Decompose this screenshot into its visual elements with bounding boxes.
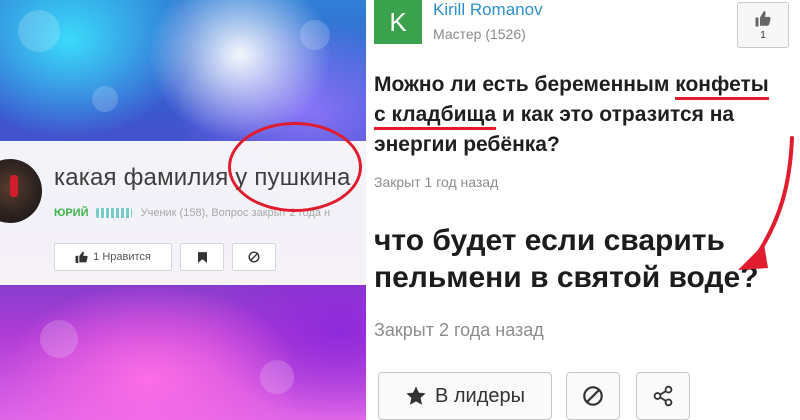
right-screenshot: K Kirill Romanov Мастер (1526) 1 Можно л… [372, 0, 800, 420]
to-leaders-button[interactable]: В лидеры [378, 372, 552, 420]
bokeh-light [300, 20, 330, 50]
closed-status-2: Закрыт 2 года назад [374, 320, 544, 340]
share-button[interactable] [636, 372, 690, 420]
to-leaders-label: В лидеры [434, 384, 526, 407]
closed-status-1: Закрыт 1 год назад [374, 174, 499, 190]
block-icon [248, 251, 260, 263]
question-1-part: Можно ли есть беременным [374, 73, 676, 96]
question-title-2[interactable]: что будет если сварить пельмени в святой… [374, 222, 794, 296]
block-icon [583, 386, 603, 406]
bokeh-light [260, 360, 294, 394]
thumbs-up-icon [755, 10, 771, 26]
avatar[interactable] [0, 159, 42, 223]
star-icon [406, 386, 426, 405]
block-button[interactable] [566, 372, 620, 420]
bokeh-light [18, 10, 60, 52]
red-arrow-annotation [738, 136, 794, 270]
author-name-link[interactable]: Kirill Romanov [433, 0, 543, 20]
left-screenshot: какая фамилия у пушкина ЮРИЙ Ученик (158… [0, 0, 366, 420]
bookmark-button[interactable] [180, 243, 224, 271]
thumbs-up-icon [75, 251, 88, 263]
author-rank: Мастер (1526) [433, 26, 526, 42]
vote-button[interactable]: 1 [737, 2, 789, 48]
vote-count: 1 [760, 29, 766, 41]
red-circle-annotation [228, 122, 362, 212]
bokeh-light [92, 86, 118, 112]
bookmark-icon [197, 251, 207, 263]
question-actions: 1 Нравится [54, 243, 276, 271]
block-button[interactable] [232, 243, 276, 271]
like-label: 1 Нравится [93, 251, 151, 263]
share-icon [653, 385, 673, 407]
author-avatar[interactable]: K [374, 0, 422, 44]
user-badge-icon [95, 208, 132, 219]
like-button[interactable]: 1 Нравится [54, 243, 172, 271]
bokeh-light [40, 320, 78, 358]
question-title-1[interactable]: Можно ли есть беременным конфеты с кладб… [374, 70, 784, 160]
meta-username[interactable]: ЮРИЙ [54, 207, 89, 219]
